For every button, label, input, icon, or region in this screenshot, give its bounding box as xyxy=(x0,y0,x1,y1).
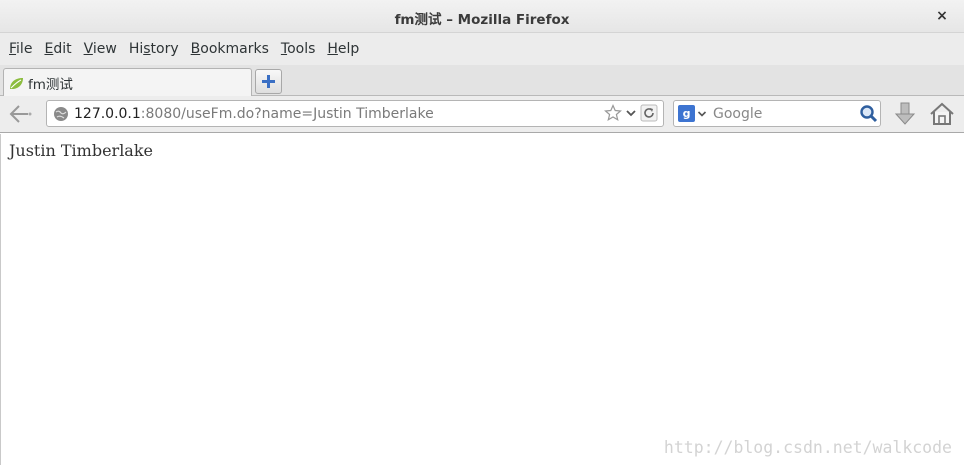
menu-history-accel: s xyxy=(143,41,151,57)
menu-bookmarks-label: ookmarks xyxy=(200,41,269,57)
tab-strip: fm测试 xyxy=(0,65,964,97)
title-bar: fm测试 – Mozilla Firefox × xyxy=(0,0,964,33)
menu-view[interactable]: View xyxy=(79,41,122,57)
watermark-text: http://blog.csdn.net/walkcode xyxy=(663,438,952,457)
menu-tools[interactable]: Tools xyxy=(276,41,321,57)
chevron-down-icon[interactable] xyxy=(697,107,707,121)
google-engine-icon[interactable]: g xyxy=(678,105,695,122)
menu-bookmarks[interactable]: Bookmarks xyxy=(186,41,274,57)
back-arrow-icon xyxy=(9,105,32,123)
navigation-bar: 127.0.0.1:8080/useFm.do?name=Justin Timb… xyxy=(0,96,964,133)
url-bar-icons xyxy=(604,104,658,122)
chevron-down-icon[interactable] xyxy=(625,104,637,122)
menu-edit-accel: E xyxy=(44,41,54,57)
menu-tools-label: ools xyxy=(287,41,316,57)
menu-file[interactable]: File xyxy=(4,41,37,57)
menu-file-label: ile xyxy=(16,41,33,57)
tab-label: fm测试 xyxy=(28,77,73,93)
menu-history-label: tory xyxy=(150,41,179,57)
url-host: 127.0.0.1 xyxy=(74,105,141,122)
menu-edit[interactable]: Edit xyxy=(39,41,76,57)
download-icon[interactable] xyxy=(893,101,917,127)
tab-active[interactable]: fm测试 xyxy=(3,68,252,97)
page-body-text: Justin Timberlake xyxy=(9,141,154,160)
menu-view-label: iew xyxy=(92,41,117,57)
reload-icon[interactable] xyxy=(640,104,658,122)
menu-help-label: elp xyxy=(337,41,360,57)
menu-help[interactable]: Help xyxy=(322,41,364,57)
menu-bookmarks-accel: B xyxy=(190,41,201,57)
search-input[interactable]: Google xyxy=(713,106,762,122)
menu-help-accel: H xyxy=(327,41,338,57)
page-content: Justin Timberlake http://blog.csdn.net/w… xyxy=(0,134,964,465)
search-bar[interactable]: g Google xyxy=(673,100,881,127)
url-path: :8080/useFm.do?name=Justin Timberlake xyxy=(140,105,434,122)
url-bar[interactable]: 127.0.0.1:8080/useFm.do?name=Justin Timb… xyxy=(46,100,664,127)
menu-history-pre: Hi xyxy=(128,41,144,57)
close-button[interactable]: × xyxy=(934,7,950,25)
menu-view-accel: V xyxy=(83,41,93,57)
menu-history[interactable]: History xyxy=(124,41,184,57)
back-button[interactable] xyxy=(7,102,35,126)
plus-icon xyxy=(262,75,275,88)
menu-file-accel: F xyxy=(9,41,17,57)
home-icon[interactable] xyxy=(929,101,955,127)
globe-icon xyxy=(54,106,68,121)
search-icon[interactable] xyxy=(859,104,878,123)
new-tab-button[interactable] xyxy=(255,69,282,94)
window-title: fm测试 – Mozilla Firefox xyxy=(394,12,570,28)
leaf-icon xyxy=(10,77,23,89)
menu-bar: File Edit View History Bookmarks Tools H… xyxy=(0,33,964,65)
star-icon[interactable] xyxy=(604,104,622,122)
menu-edit-label: dit xyxy=(53,41,72,57)
